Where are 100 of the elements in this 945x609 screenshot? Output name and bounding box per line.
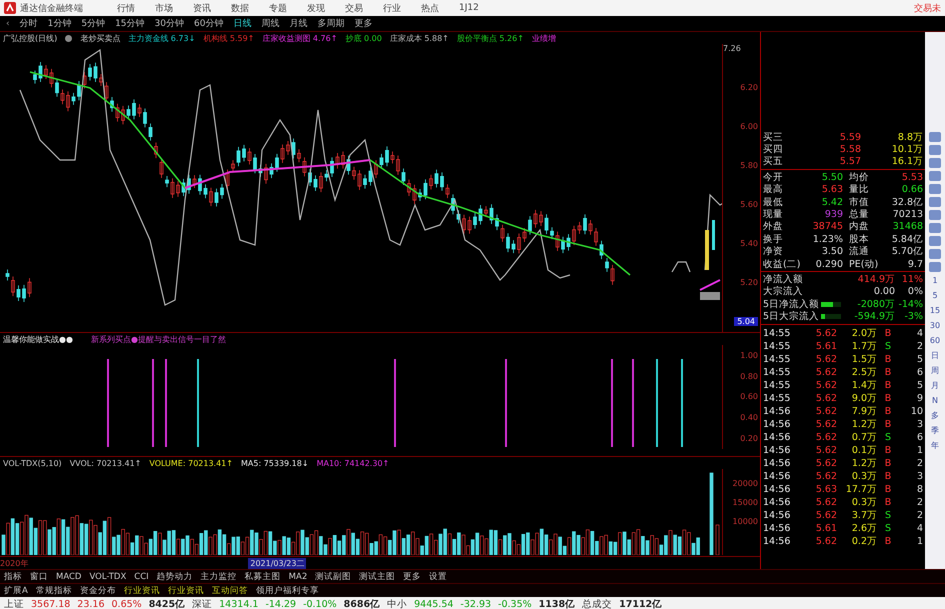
tick-price: 5.62 — [814, 392, 837, 404]
toolbar-tool-icon[interactable] — [929, 184, 941, 194]
extension-tab[interactable]: 互动问答 — [212, 584, 248, 596]
menu-item[interactable]: 交易 — [345, 2, 363, 14]
volume-indicator-value: VOL-TDX(5,10) — [3, 458, 62, 468]
menu-item[interactable]: 1J12 — [459, 3, 479, 13]
extension-tab[interactable]: 领用户福利专享 — [256, 584, 319, 596]
stat-value: 38745 — [812, 221, 844, 232]
stat-value: 70213 — [892, 209, 923, 220]
tick-count: 2 — [916, 496, 923, 508]
indicator-tab[interactable]: CCI — [134, 572, 149, 582]
toolbar-tool-icon[interactable] — [929, 249, 941, 259]
stat-label: 最低 — [763, 196, 784, 209]
settings-icon[interactable] — [65, 34, 72, 42]
toolbar-tool-icon[interactable] — [929, 236, 941, 246]
toolbar-tool-icon[interactable] — [929, 132, 941, 142]
indicator-tab[interactable]: VOL-TDX — [89, 572, 126, 582]
period-tab[interactable]: 多周期 — [317, 17, 344, 30]
index-name[interactable]: 上证 — [4, 598, 24, 609]
extension-tab[interactable]: 行业资讯 — [168, 584, 204, 596]
stat-value: 5.42 — [820, 196, 844, 208]
stat-label: 总量 — [849, 208, 870, 221]
toolbar-period-button[interactable]: 日 — [931, 350, 939, 362]
toolbar-tool-icon[interactable] — [929, 262, 941, 272]
period-tab[interactable]: 60分钟 — [194, 17, 224, 30]
indicator-tab[interactable]: 私募主图 — [244, 570, 281, 582]
tick-volume: 3.7万 — [850, 508, 877, 522]
tick-time: 14:56 — [763, 522, 792, 534]
tick-time: 14:56 — [763, 496, 792, 508]
period-tab[interactable]: 更多 — [354, 17, 372, 30]
indicator-tab[interactable]: 测试主图 — [359, 570, 396, 582]
period-tab[interactable]: 日线 — [233, 17, 252, 30]
indicator-tab[interactable]: 主力监控 — [200, 570, 237, 582]
toolbar-period-button[interactable]: 多 — [931, 410, 939, 422]
cursor-date-label: 2021/03/23二 — [248, 558, 306, 569]
extension-tab[interactable]: 常规指标 — [36, 584, 72, 596]
menu-item[interactable]: 资讯 — [193, 2, 211, 14]
toolbar-period-button[interactable]: 60 — [930, 335, 940, 347]
period-tab[interactable]: 15分钟 — [115, 17, 145, 30]
flow-value: 0.00 — [872, 286, 895, 298]
menu-item[interactable]: 专题 — [269, 2, 287, 14]
tick-time: 14:55 — [763, 380, 792, 391]
stat-value: 5.63 — [820, 184, 844, 196]
tick-side: S — [884, 340, 892, 352]
toolbar-tool-icon[interactable] — [929, 223, 941, 233]
indicator-tab[interactable]: 窗口 — [30, 570, 48, 582]
tick-side: S — [884, 510, 892, 521]
period-tab[interactable]: 周线 — [261, 17, 280, 30]
toolbar-period-button[interactable]: 周 — [931, 365, 939, 377]
menu-item[interactable]: 行情 — [117, 2, 135, 14]
indicator-tab[interactable]: MA2 — [288, 572, 308, 582]
indicator-tab[interactable]: 设置 — [429, 570, 448, 582]
menu-item[interactable]: 发现 — [307, 2, 325, 14]
tick-side: B — [884, 484, 892, 495]
menu-item[interactable]: 市场 — [155, 2, 173, 14]
index-name[interactable]: 中小 — [387, 598, 408, 609]
tick-price: 5.62 — [814, 470, 837, 482]
menu-item[interactable]: 热点 — [421, 2, 439, 14]
flow-percent: -3% — [904, 311, 923, 322]
toolbar-tool-icon[interactable] — [929, 171, 941, 181]
toolbar-period-button[interactable]: 1 — [932, 275, 938, 287]
period-tab[interactable]: 30分钟 — [154, 17, 184, 30]
indicator-tab[interactable]: 趋势动力 — [156, 570, 193, 582]
toolbar-period-button[interactable]: 季 — [931, 425, 939, 437]
toolbar-tool-icon[interactable] — [929, 145, 941, 155]
back-arrow[interactable]: ‹ — [6, 18, 10, 28]
toolbar-period-button[interactable]: 5 — [932, 290, 938, 302]
extension-tab[interactable]: 资金分布 — [80, 584, 116, 596]
trade-menu-item[interactable]: 交易未 — [914, 2, 941, 14]
date-label: 2020年 — [0, 558, 28, 569]
toolbar-period-button[interactable]: 15 — [930, 305, 940, 317]
candlestick — [712, 220, 715, 250]
menu-item[interactable]: 数据 — [231, 2, 249, 14]
toolbar-period-button[interactable]: 月 — [931, 380, 939, 392]
indicator-tab[interactable]: 指标 — [4, 570, 22, 582]
toolbar-period-button[interactable]: 年 — [931, 440, 939, 452]
indicator-tab[interactable]: 更多 — [403, 570, 422, 582]
tick-volume: 2.6万 — [850, 522, 877, 535]
toolbar-period-button[interactable]: 30 — [930, 320, 940, 332]
period-tab[interactable]: 分时 — [20, 17, 38, 30]
toolbar-tool-icon[interactable] — [929, 197, 941, 207]
indicator-tab[interactable]: MACD — [56, 572, 82, 582]
extension-tab[interactable]: 行业资讯 — [124, 584, 160, 596]
tick-time: 14:56 — [763, 470, 792, 482]
stat-label: 量比 — [849, 183, 870, 196]
index-name[interactable]: 深证 — [192, 598, 212, 609]
toolbar-tool-icon[interactable] — [929, 210, 941, 220]
period-tab[interactable]: 月线 — [289, 17, 308, 30]
menu-item[interactable]: 行业 — [383, 2, 401, 14]
tick-side: B — [884, 406, 892, 417]
total-turnover-value: 17112亿 — [619, 598, 662, 609]
indicator-tab[interactable]: 测试副图 — [315, 570, 352, 582]
period-tab[interactable]: 1分钟 — [48, 17, 72, 30]
extension-tab[interactable]: 扩展A — [4, 584, 28, 596]
period-tab[interactable]: 5分钟 — [81, 17, 106, 30]
index-percent: -0.10% — [303, 599, 337, 609]
toolbar-period-button[interactable]: N — [932, 395, 938, 407]
indicator-line-value: 抄底 0.00 — [345, 32, 382, 44]
toolbar-tool-icon[interactable] — [929, 158, 941, 168]
indicator-line-value: 业绩增 — [532, 32, 556, 44]
